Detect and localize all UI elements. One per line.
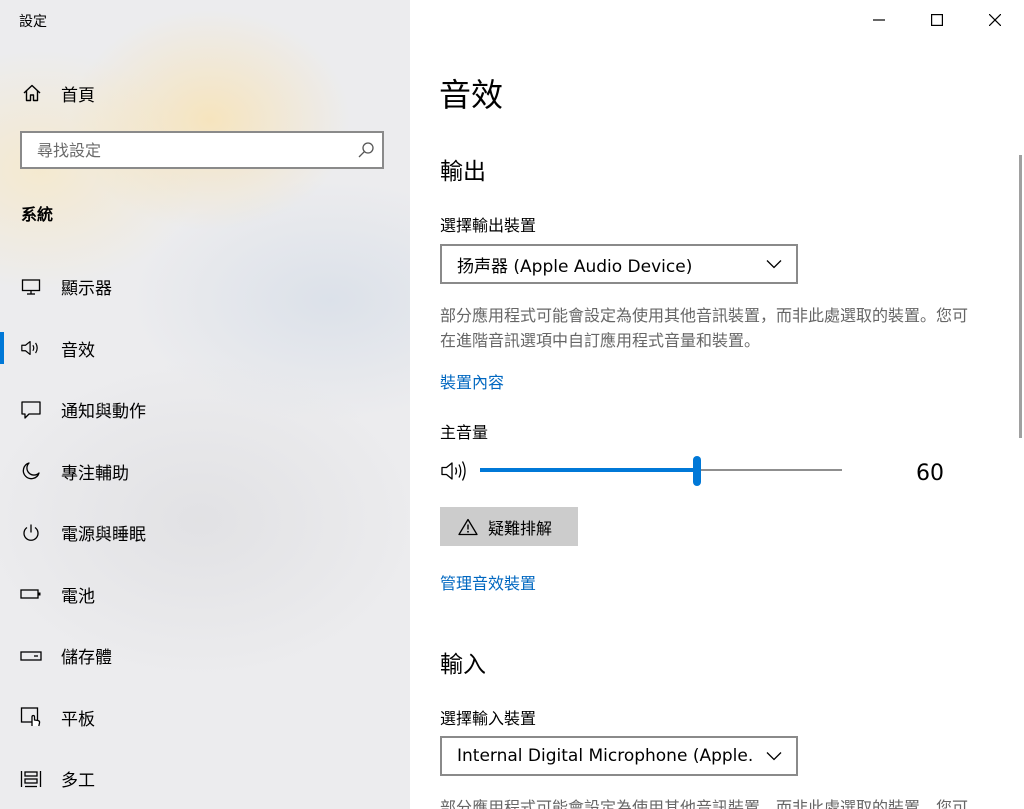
sidebar-item-sound[interactable]: 音效 bbox=[0, 318, 410, 380]
moon-icon bbox=[20, 460, 42, 482]
volume-slider-fill bbox=[480, 468, 697, 472]
sidebar-item-display[interactable]: 顯示器 bbox=[0, 256, 410, 318]
minimize-button[interactable] bbox=[850, 0, 908, 40]
warning-icon bbox=[458, 517, 478, 537]
close-button[interactable] bbox=[966, 0, 1024, 40]
output-heading: 輸出 bbox=[440, 159, 486, 185]
output-device-value: 扬声器 (Apple Audio Device) bbox=[457, 256, 693, 277]
sidebar-item-label: 多工 bbox=[61, 771, 95, 792]
troubleshoot-label: 疑難排解 bbox=[488, 518, 553, 538]
multitasking-icon bbox=[20, 768, 42, 790]
input-heading: 輸入 bbox=[440, 652, 486, 678]
input-description: 部分應用程式可能會設定為使用其他音訊裝置，而非此處選取的裝置。您可在進階音訊選項… bbox=[440, 798, 969, 809]
sidebar-item-battery[interactable]: 電池 bbox=[0, 564, 410, 626]
volume-value: 60 bbox=[916, 461, 944, 486]
sidebar-item-label: 電池 bbox=[61, 586, 95, 607]
sidebar-item-label: 電源與睡眠 bbox=[61, 525, 146, 546]
sidebar-item-label: 平板 bbox=[61, 709, 95, 730]
output-description: 部分應用程式可能會設定為使用其他音訊裝置，而非此處選取的裝置。您可在進階音訊選項… bbox=[440, 306, 969, 350]
sidebar-item-power[interactable]: 電源與睡眠 bbox=[0, 502, 410, 564]
main-panel: 音效 輸出 選擇輸出裝置 扬声器 (Apple Audio Device) 部分… bbox=[410, 0, 1024, 809]
input-device-value: Internal Digital Microphone (Apple... bbox=[457, 746, 752, 766]
battery-icon bbox=[20, 583, 42, 605]
troubleshoot-button[interactable]: 疑難排解 bbox=[440, 507, 578, 546]
sidebar-item-label: 通知與動作 bbox=[61, 402, 146, 423]
sidebar-item-label: 專注輔助 bbox=[61, 463, 129, 484]
input-device-dropdown[interactable]: Internal Digital Microphone (Apple... bbox=[440, 736, 798, 776]
sidebar-item-notifications[interactable]: 通知與動作 bbox=[0, 379, 410, 441]
window-title: 設定 bbox=[19, 14, 47, 30]
page-title: 音效 bbox=[439, 76, 504, 114]
sidebar-nav: 顯示器 音效 通知與動作 專注輔助 電源與睡眠 電池 儲存體 平板 多工 bbox=[0, 256, 410, 809]
close-icon bbox=[989, 14, 1001, 26]
sidebar-item-label: 顯示器 bbox=[61, 279, 112, 300]
search-icon[interactable] bbox=[350, 133, 382, 167]
manage-sound-devices-link[interactable]: 管理音效裝置 bbox=[440, 570, 536, 594]
speaker-icon bbox=[20, 337, 42, 359]
power-icon bbox=[20, 522, 42, 544]
minimize-icon bbox=[873, 19, 885, 21]
sidebar-section-title: 系統 bbox=[21, 205, 54, 224]
sidebar: 設定 首頁 系統 顯示器 音效 通 bbox=[0, 0, 410, 809]
volume-row: 60 bbox=[440, 455, 960, 487]
sidebar-item-multitasking[interactable]: 多工 bbox=[0, 748, 410, 809]
maximize-button[interactable] bbox=[908, 0, 966, 40]
volume-slider-thumb[interactable] bbox=[693, 456, 701, 486]
home-icon bbox=[20, 81, 44, 105]
sidebar-home-label: 首頁 bbox=[61, 85, 95, 106]
active-indicator bbox=[0, 332, 4, 365]
volume-icon[interactable] bbox=[440, 459, 470, 483]
chevron-down-icon bbox=[752, 246, 796, 282]
scrollbar[interactable] bbox=[1019, 155, 1022, 438]
sidebar-item-label: 儲存體 bbox=[61, 648, 112, 669]
sidebar-item-focus-assist[interactable]: 專注輔助 bbox=[0, 441, 410, 503]
sidebar-item-tablet[interactable]: 平板 bbox=[0, 687, 410, 749]
chevron-down-icon bbox=[752, 738, 796, 774]
volume-slider[interactable] bbox=[480, 455, 842, 487]
notification-icon bbox=[20, 399, 42, 421]
display-icon bbox=[20, 276, 42, 298]
sidebar-item-label: 音效 bbox=[61, 340, 95, 361]
sidebar-item-storage[interactable]: 儲存體 bbox=[0, 625, 410, 687]
output-device-dropdown[interactable]: 扬声器 (Apple Audio Device) bbox=[440, 244, 798, 284]
tablet-icon bbox=[20, 706, 42, 728]
master-volume-label: 主音量 bbox=[440, 423, 489, 442]
search-box[interactable] bbox=[20, 131, 384, 169]
sidebar-home[interactable]: 首頁 bbox=[20, 80, 95, 106]
window-controls bbox=[850, 0, 1024, 40]
search-input[interactable] bbox=[22, 139, 350, 161]
device-properties-link[interactable]: 裝置內容 bbox=[440, 369, 504, 393]
maximize-icon bbox=[931, 14, 943, 26]
storage-icon bbox=[20, 645, 42, 667]
output-device-label: 選擇輸出裝置 bbox=[440, 216, 537, 235]
input-device-label: 選擇輸入裝置 bbox=[440, 709, 537, 728]
